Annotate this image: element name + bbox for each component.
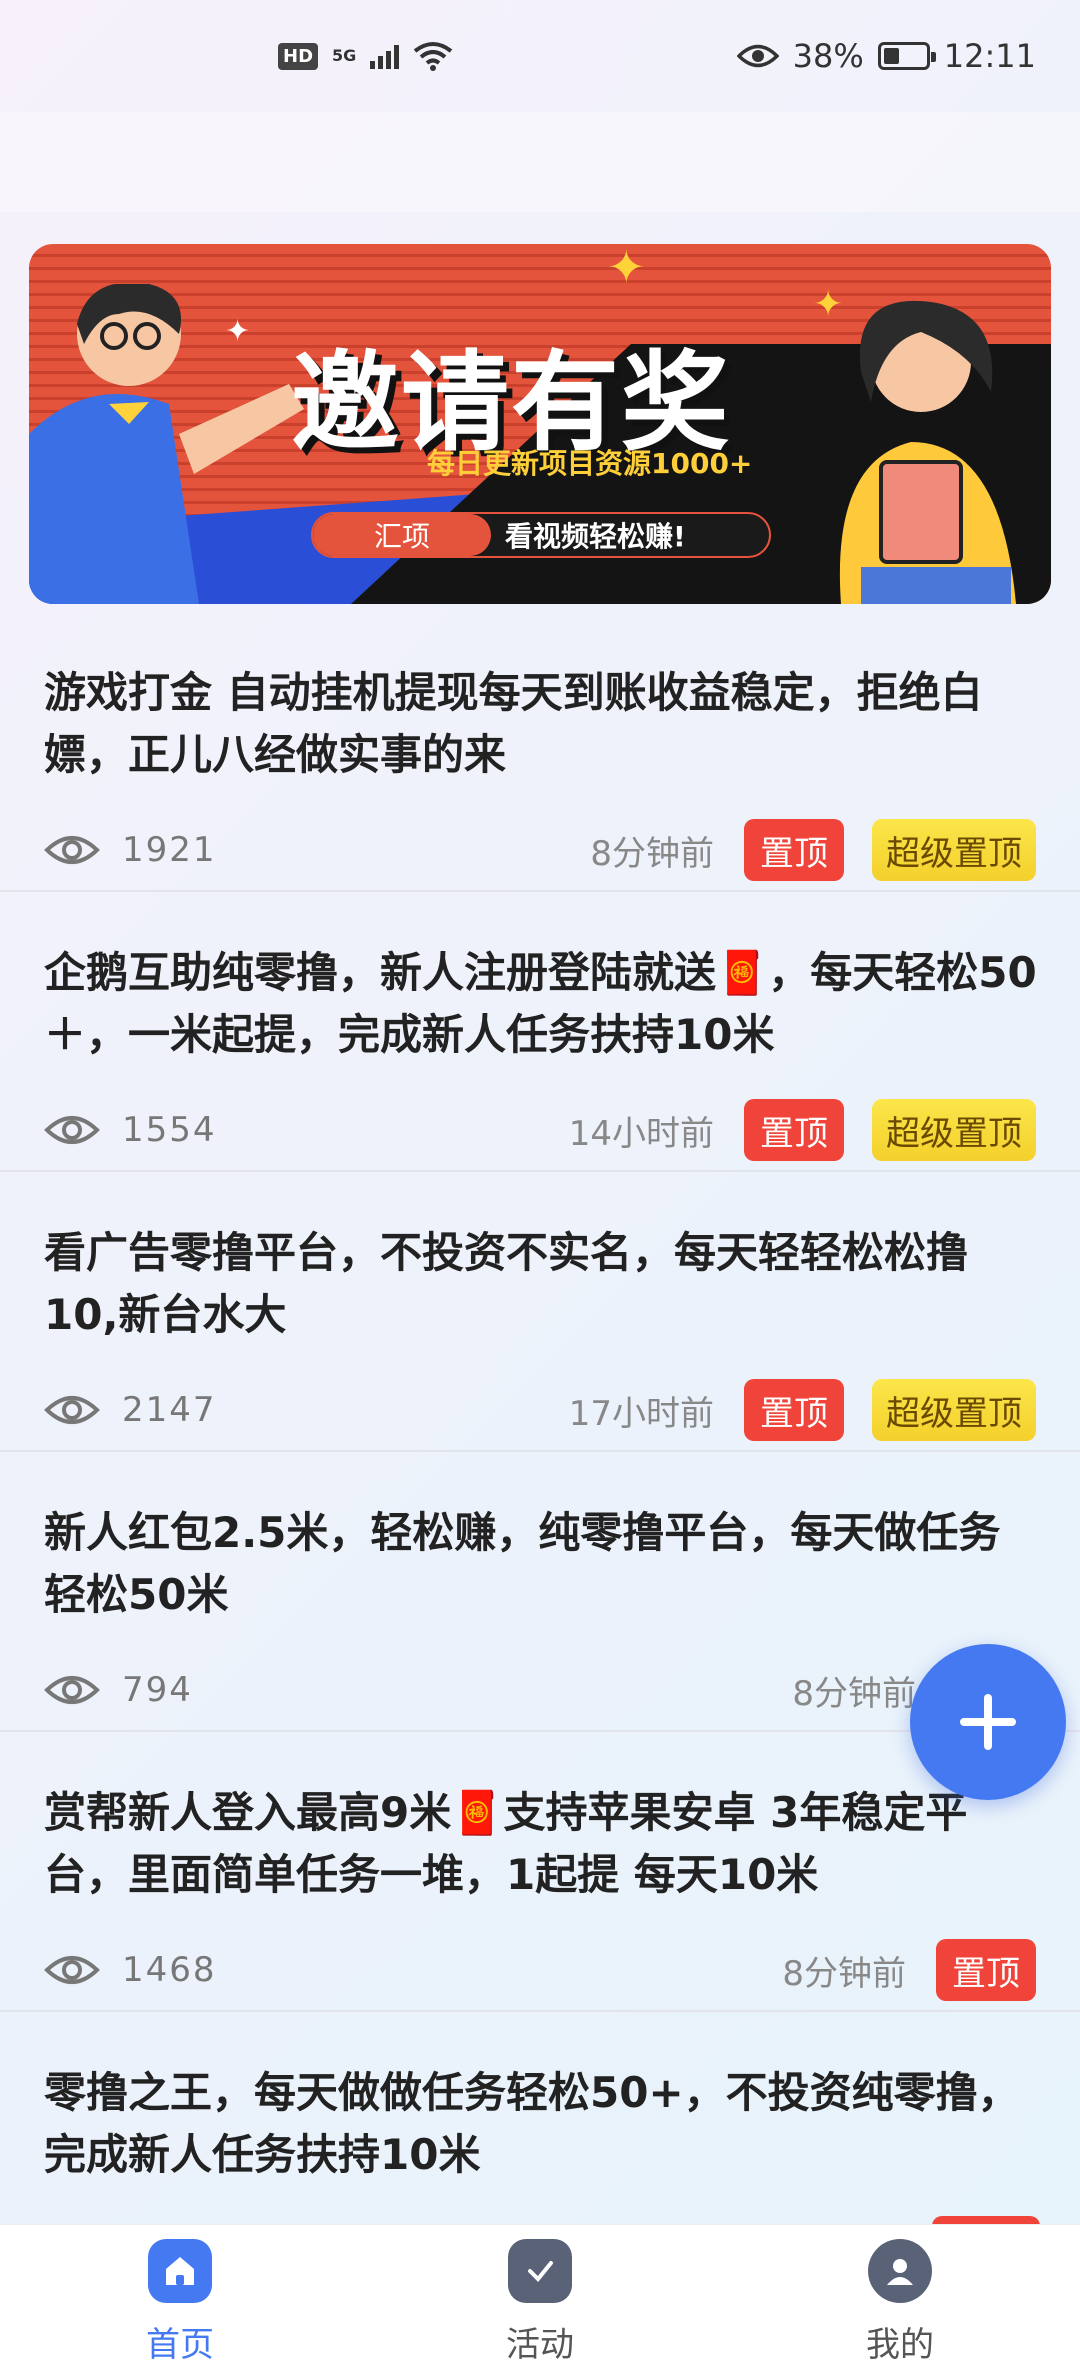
post-time: 8分钟前 [590,833,714,874]
post-title: 新人红包2.5米，轻松赚，纯零撸平台，每天做任务轻松50米 [44,1508,1001,1619]
post-title: 赏帮新人登入最高9米🧧支持苹果安卓 3年稳定平台，里面简单任务一堆，1起提 每天… [44,1788,968,1899]
eye-icon [44,1956,100,1984]
eye-icon [44,836,100,864]
battery-level [883,48,899,64]
nav-activity[interactable]: 活动 [360,2225,720,2376]
add-post-button[interactable] [910,1644,1066,1800]
man-illustration [29,284,304,604]
post-time: 8分钟前 [792,1673,916,1714]
clock: 12:11 [943,37,1036,75]
eye-icon [44,1676,100,1704]
activity-icon [508,2239,572,2303]
wifi-icon [414,42,453,71]
post-meta: 1921 8分钟前 置顶 超级置顶 [44,818,1036,882]
pin-badge: 置顶 [744,819,844,881]
post-time: 14小时前 [568,1113,714,1154]
nav-mine[interactable]: 我的 [720,2225,1080,2376]
view-count: 1468 [122,1950,217,1990]
post-title: 游戏打金 自动挂机提现每天到账收益稳定，拒绝白嫖，正儿八经做实事的来 [44,668,983,779]
list-item[interactable]: 企鹅互助纯零撸，新人注册登陆就送🧧，每天轻松50＋，一米起提，完成新人任务扶持1… [0,892,1080,1172]
list-item[interactable]: 游戏打金 自动挂机提现每天到账收益稳定，拒绝白嫖，正儿八经做实事的来 1921 … [0,612,1080,892]
nav-mine-label: 我的 [866,2325,934,2365]
plus-icon [960,1694,1016,1750]
user-icon [868,2239,932,2303]
nav-activity-label: 活动 [506,2325,574,2365]
status-bar: HD 5G 38% 12:11 [0,0,1080,112]
status-right: 38% 12:11 [736,37,1036,75]
home-icon [148,2239,212,2303]
nav-home-label: 首页 [146,2325,214,2365]
invite-banner[interactable]: ✦ ✦ ✦ 邀请有奖 每日更新项目资源1000+ 汇项 看视频轻松赚! [29,244,1051,604]
post-title: 企鹅互助纯零撸，新人注册登陆就送🧧，每天轻松50＋，一米起提，完成新人任务扶持1… [44,948,1037,1059]
post-title: 看广告零撸平台，不投资不实名，每天轻轻松松撸10,新台水大 [44,1228,969,1339]
post-title: 零撸之王，每天做做任务轻松50+，不投资纯零撸，完成新人任务扶持10米 [44,2068,1020,2179]
post-meta: 794 8分钟前 [44,1658,1036,1722]
status-left: HD 5G [278,41,453,71]
super-pin-badge: 超级置顶 [872,819,1036,881]
view-count: 794 [122,1670,193,1710]
network-type: 5G [332,46,357,65]
top-bar [0,112,1080,212]
list-item[interactable]: 赏帮新人登入最高9米🧧支持苹果安卓 3年稳定平台，里面简单任务一堆，1起提 每天… [0,1732,1080,2012]
banner-subtitle: 每日更新项目资源1000+ [427,447,753,480]
banner-tag: 汇项 [313,514,491,556]
view-count: 1554 [122,1110,217,1150]
hd-icon: HD [278,42,319,70]
list-item[interactable]: 看广告零撸平台，不投资不实名，每天轻轻松松撸10,新台水大 2147 17小时前… [0,1172,1080,1452]
battery-percent: 38% [792,37,864,75]
eye-comfort-icon [736,44,779,68]
signal-icon [370,43,400,69]
post-meta: 2147 17小时前 置顶 超级置顶 [44,1378,1036,1442]
view-count: 1921 [122,830,217,870]
eye-icon [44,1396,100,1424]
banner-pill: 汇项 看视频轻松赚! [311,512,771,558]
view-count: 2147 [122,1390,217,1430]
post-list: 游戏打金 自动挂机提现每天到账收益稳定，拒绝白嫖，正儿八经做实事的来 1921 … [0,612,1080,2292]
banner-tagline: 看视频轻松赚! [505,520,686,553]
super-pin-badge: 超级置顶 [872,1379,1036,1441]
post-meta: 1468 8分钟前 置顶 [44,1938,1036,2002]
star-icon: ✦ [813,284,844,325]
woman-illustration [839,300,1016,604]
eye-icon [44,1116,100,1144]
star-icon: ✦ [607,244,646,294]
battery-icon [877,42,936,70]
pin-badge: 置顶 [936,1939,1036,2001]
pin-badge: 置顶 [744,1379,844,1441]
bottom-nav: 首页 活动 我的 [0,2224,1080,2376]
super-pin-badge: 超级置顶 [872,1099,1036,1161]
post-time: 17小时前 [568,1393,714,1434]
nav-home[interactable]: 首页 [0,2225,360,2376]
sparkle-icon: ✦ [225,314,251,349]
pin-badge: 置顶 [744,1099,844,1161]
post-time: 8分钟前 [782,1953,906,1994]
post-meta: 1554 14小时前 置顶 超级置顶 [44,1098,1036,1162]
